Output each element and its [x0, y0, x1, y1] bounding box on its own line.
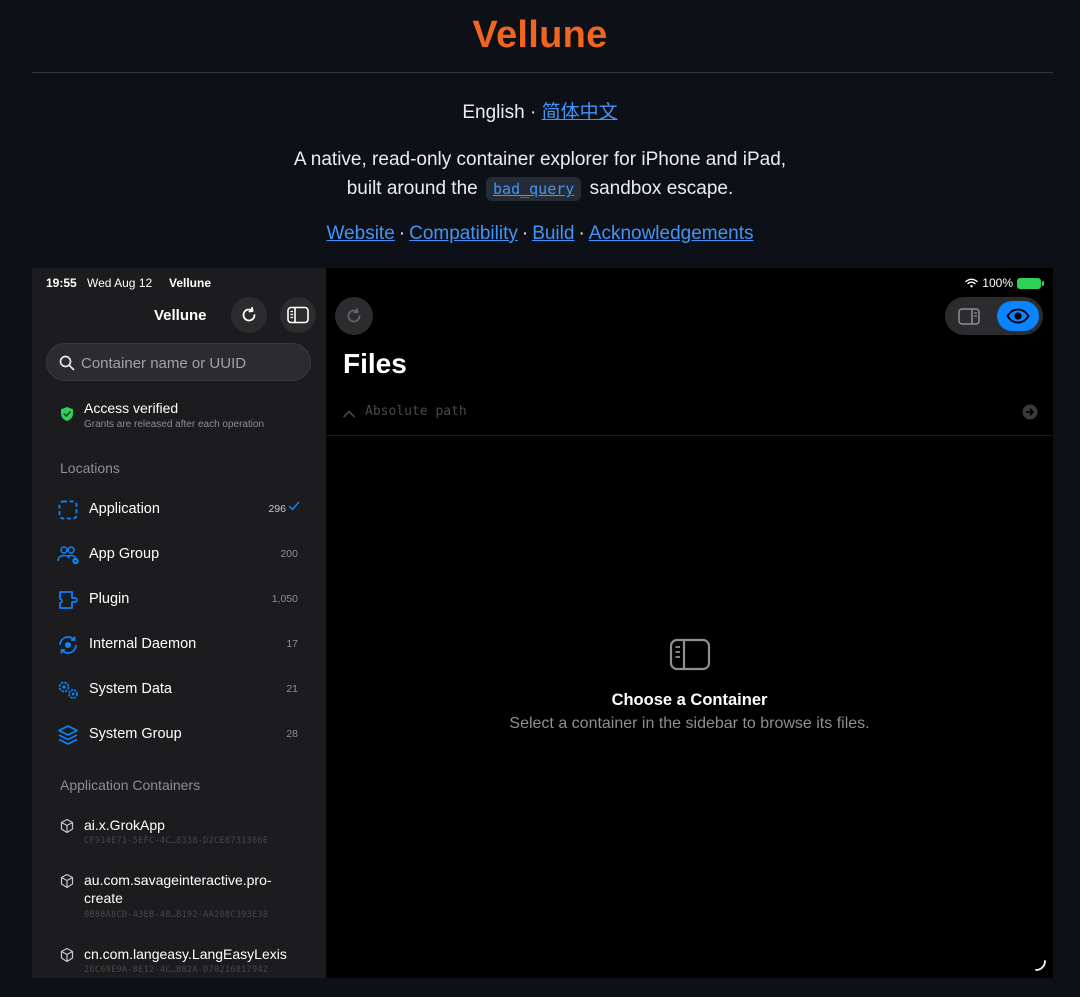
- container-uuid: CF914E71-5EFC-4C…8338-D2CE8731366E: [84, 836, 269, 846]
- readme-links: Website · Compatibility · Build · Acknowledgem…: [0, 223, 1080, 245]
- container-item[interactable]: au.com.savageinteractive.pro-create 0B88…: [46, 871, 312, 923]
- sidebar-toggle-button[interactable]: [280, 297, 316, 333]
- location-count: 17: [286, 638, 298, 650]
- location-item-plugin[interactable]: Plugin 1,050: [46, 580, 312, 620]
- people-group-icon: [57, 546, 79, 565]
- sidebar: 19:55 Wed Aug 12 Vellune Vellune Access …: [32, 268, 326, 978]
- location-count: 296: [268, 503, 286, 515]
- container-item[interactable]: ai.x.GrokApp CF914E71-5EFC-4C…8338-D2CE8…: [46, 816, 312, 850]
- refresh-icon: [347, 307, 361, 323]
- puzzle-plug-icon: [59, 591, 78, 609]
- sidebar-placeholder-icon: [669, 638, 711, 671]
- container-name: cn.com.langeasy.LangEasyLexis: [84, 946, 287, 962]
- language-switcher: English · 简体中文: [0, 97, 1080, 124]
- search-input[interactable]: [81, 352, 301, 374]
- readme-page: Vellune English · 简体中文 A native, read-on…: [0, 0, 1080, 997]
- container-uuid: 26C69E9A-0E12-4C…B82A-D70216817942: [84, 965, 269, 975]
- access-status-subtitle: Grants are released after each operation: [84, 419, 265, 430]
- side-panel-icon: [958, 307, 980, 325]
- chevron-up-icon[interactable]: [342, 407, 356, 421]
- location-item-system-data[interactable]: System Data 21: [46, 670, 312, 710]
- sidebar-toggle-icon: [287, 306, 309, 324]
- container-name: ai.x.GrokApp: [84, 817, 165, 833]
- status-app-name: Vellune: [169, 276, 212, 290]
- battery-percent: 100%: [982, 276, 1013, 290]
- status-bar-right: 100%: [965, 276, 1044, 290]
- inspector-panel-button[interactable]: [949, 301, 989, 331]
- location-label: Plugin: [89, 591, 130, 607]
- build-link[interactable]: Build: [532, 223, 574, 244]
- location-item-internal-daemon[interactable]: Internal Daemon 17: [46, 625, 312, 665]
- acknowledgements-link[interactable]: Acknowledgements: [589, 223, 754, 244]
- tagline-post: sandbox escape.: [589, 178, 734, 199]
- language-current: English: [462, 102, 525, 123]
- inline-code: bad_query: [486, 177, 582, 201]
- container-item[interactable]: cn.com.langeasy.LangEasyLexis 26C69E9A-0…: [46, 945, 312, 978]
- project-title: Vellune: [472, 14, 608, 56]
- location-item-app-group[interactable]: App Group 200: [46, 535, 312, 575]
- application-containers-header: Application Containers: [60, 777, 201, 793]
- sidebar-title: Vellune: [154, 307, 207, 324]
- search-bar: [46, 343, 311, 381]
- daemon-cycle-icon: [59, 636, 77, 654]
- location-label: System Data: [89, 681, 172, 697]
- location-count: 21: [286, 683, 298, 695]
- absolute-path-input[interactable]: Absolute path: [365, 404, 467, 419]
- tagline-line-1: A native, read-only container explorer f…: [293, 149, 787, 170]
- location-count: 1,050: [271, 593, 298, 605]
- files-pane: 100% Files Absolute path Choose a Contai…: [326, 268, 1053, 978]
- gears-icon: [58, 681, 78, 699]
- empty-state-title: Choose a Container: [611, 691, 768, 709]
- eye-icon: [1006, 308, 1030, 324]
- refresh-button[interactable]: [231, 297, 267, 333]
- files-title: Files: [343, 348, 407, 379]
- battery-icon: [1017, 277, 1044, 289]
- go-arrow-icon[interactable]: [1022, 404, 1038, 420]
- status-date: Wed Aug 12: [87, 276, 153, 290]
- language-link-chinese[interactable]: 简体中文: [542, 102, 618, 123]
- cube-icon: [60, 947, 74, 963]
- refresh-icon: [242, 306, 256, 322]
- title-divider: [32, 72, 1053, 73]
- bad-query-link[interactable]: bad_query: [493, 180, 574, 198]
- stack-layers-icon: [58, 725, 78, 745]
- shield-check-icon: [61, 407, 73, 421]
- website-link[interactable]: Website: [326, 223, 394, 244]
- link-separator: ·: [578, 223, 585, 244]
- language-separator: ·: [524, 102, 542, 123]
- container-uuid: 0B88A8CD-43EB-40…B192-AA288C393E38: [84, 910, 269, 920]
- view-mode-toggle: [945, 297, 1043, 335]
- wifi-icon: [965, 278, 978, 288]
- tagline-pre: built around the: [346, 178, 478, 199]
- location-label: System Group: [89, 726, 182, 742]
- app-screenshot: 19:55 Wed Aug 12 Vellune Vellune Access …: [32, 268, 1053, 978]
- location-item-system-group[interactable]: System Group 28: [46, 715, 312, 755]
- dashed-square-icon: [58, 500, 78, 520]
- location-label: Internal Daemon: [89, 636, 197, 652]
- location-count: 200: [280, 548, 298, 560]
- location-count: 28: [286, 728, 298, 740]
- tagline: A native, read-only container explorer f…: [0, 145, 1080, 204]
- link-separator: ·: [398, 223, 406, 244]
- resize-handle-icon[interactable]: [1033, 958, 1047, 972]
- search-icon: [59, 355, 75, 371]
- container-name: au.com.savageinteractive.pro-create: [84, 872, 272, 906]
- location-label: App Group: [89, 546, 160, 562]
- access-status-title: Access verified: [84, 400, 179, 416]
- checkmark-icon: [288, 501, 300, 511]
- link-separator: ·: [521, 223, 529, 244]
- cube-icon: [60, 818, 74, 834]
- tagline-line-2: built around the bad_query sandbox escap…: [0, 174, 1080, 204]
- compatibility-link[interactable]: Compatibility: [409, 223, 518, 244]
- cube-icon: [60, 873, 74, 889]
- status-time: 19:55: [46, 276, 77, 290]
- location-item-application[interactable]: Application 296: [46, 490, 312, 530]
- locations-header: Locations: [60, 460, 120, 476]
- path-bar: Absolute path: [326, 398, 1053, 436]
- preview-mode-button[interactable]: [997, 301, 1039, 331]
- empty-state-subtitle: Select a container in the sidebar to bro…: [509, 715, 870, 732]
- location-label: Application: [89, 501, 160, 517]
- files-refresh-button[interactable]: [335, 297, 373, 335]
